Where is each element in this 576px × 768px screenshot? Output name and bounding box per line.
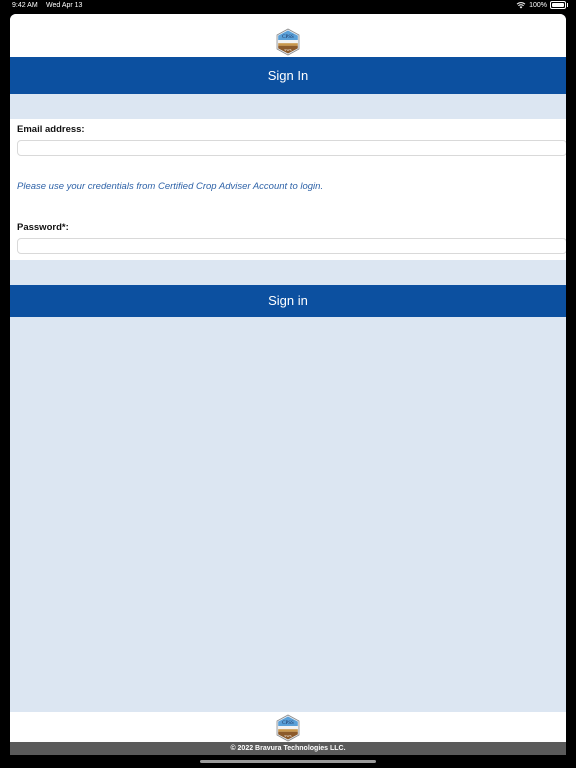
cpss-footer-logo: CPSS SWS [276,714,300,742]
credentials-hint: Please use your credentials from Certifi… [17,181,324,192]
status-right: 100% [516,1,568,9]
page-title: Sign In [267,68,309,83]
home-indicator[interactable] [200,760,376,763]
copyright-text: © 2022 Bravura Technologies LLC. [230,745,346,752]
battery-icon [550,1,568,9]
status-bar: 9:42 AM Wed Apr 13 100% [0,0,576,13]
password-field[interactable] [17,238,566,254]
page-header: Sign In [10,57,566,94]
bottom-logo-bar: CPSS SWS [10,712,566,742]
status-date: Wed Apr 13 [46,2,83,9]
email-field[interactable] [17,140,566,156]
email-label: Email address: [17,124,85,135]
app-window: CPSS SWS Sign In Email address: Please u… [10,14,566,755]
status-time: 9:42 AM [12,2,38,9]
sign-in-button[interactable]: Sign in [10,285,566,317]
sign-in-form: Email address: Please use your credentia… [10,119,566,260]
footer-logo-subtext: SWS [284,734,291,738]
top-logo-bar: CPSS SWS [10,14,566,57]
sign-in-button-label: Sign in [268,293,308,308]
password-label: Password*: [17,222,69,233]
wifi-icon [516,2,526,9]
footer-logo-text: CPSS [282,721,294,726]
logo-subtext: SWS [284,48,291,52]
battery-percentage: 100% [529,1,547,9]
logo-text: CPSS [282,35,294,40]
footer: © 2022 Bravura Technologies LLC. [10,742,566,755]
cpss-logo: CPSS SWS [276,28,300,56]
